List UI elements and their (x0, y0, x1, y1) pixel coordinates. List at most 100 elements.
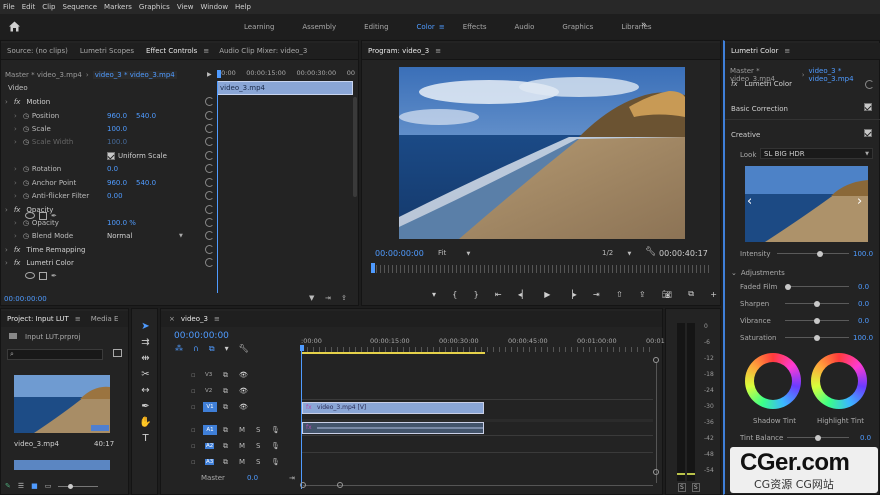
reset-icon[interactable] (205, 191, 214, 200)
stopwatch-icon[interactable]: ◷ (23, 179, 29, 187)
work-area-bar[interactable] (302, 352, 485, 354)
uniform-scale-checkbox[interactable] (107, 151, 115, 160)
chevron-right-icon[interactable]: › (14, 112, 17, 120)
tab-source-no-clips[interactable]: Source: (no clips) (1, 43, 74, 59)
effect-row-motion[interactable]: › fx Motion (1, 95, 217, 108)
effect-controls-timecode[interactable]: 00:00:00:00 (4, 295, 47, 303)
extract-icon[interactable]: ⇪ (639, 290, 646, 299)
menu-sequence[interactable]: Sequence (63, 3, 98, 11)
menu-markers[interactable]: Markers (104, 3, 132, 11)
menu-help[interactable]: Help (235, 3, 251, 11)
timeline-video-clip[interactable]: fx video_3.mp4 [V] (302, 402, 484, 414)
creative-checkbox[interactable] (864, 129, 872, 139)
workspace-menu-icon[interactable]: ≡ (439, 23, 445, 31)
stopwatch-icon[interactable]: ◷ (23, 165, 29, 173)
tint-balance-value[interactable]: 0.0 (860, 434, 871, 442)
solo-button[interactable]: S (256, 442, 260, 450)
track-label[interactable]: A3 (205, 459, 215, 465)
close-icon[interactable]: × (161, 315, 175, 323)
reset-icon[interactable] (205, 111, 214, 120)
slider-knob[interactable] (785, 283, 791, 290)
chevron-down-icon[interactable]: ⌄ (731, 269, 737, 277)
add-button-icon[interactable]: + (710, 290, 717, 299)
linked-selection-icon[interactable]: ⧉ (209, 344, 215, 354)
property-value-2[interactable]: 540.0 (136, 179, 156, 187)
source-patch[interactable]: V1 (203, 402, 217, 412)
effect-row-scale-width[interactable]: › ◷ Scale Width 100.0 (1, 135, 217, 148)
effect-clip-bar[interactable]: video_3.mp4 (220, 84, 265, 92)
source-patch[interactable]: A1 (203, 425, 217, 435)
chevron-right-icon[interactable]: › (14, 192, 17, 200)
reset-icon[interactable] (205, 218, 214, 227)
play-only-icon[interactable]: ▶ (207, 71, 212, 78)
effect-row-time-remapping[interactable]: › fx Time Remapping (1, 243, 217, 256)
chevron-down-icon[interactable]: ▼ (179, 233, 183, 239)
wrench-icon[interactable]: 🔧︎ (645, 247, 656, 257)
workspace-editing[interactable]: Editing (364, 23, 388, 31)
saturation-slider[interactable] (785, 334, 849, 341)
intensity-slider[interactable] (777, 250, 849, 257)
menu-window[interactable]: Window (200, 3, 228, 11)
faded-film-slider[interactable] (785, 283, 849, 290)
ruler-playhead[interactable] (217, 70, 221, 78)
effect-row-lumetri-color[interactable]: › fx Lumetri Color (1, 256, 217, 269)
scroll-handle-right[interactable] (337, 482, 343, 488)
vibrance-value[interactable]: 0.0 (858, 317, 869, 325)
property-value[interactable]: 100.0 (107, 125, 127, 133)
workspace-assembly[interactable]: Assembly (302, 23, 336, 31)
stopwatch-icon[interactable]: ◷ (23, 192, 29, 200)
property-value[interactable]: 100.0 % (107, 219, 136, 227)
reset-icon[interactable] (205, 137, 214, 146)
tab-project-input-lut[interactable]: Project: Input LUT (1, 311, 75, 327)
fx-icon[interactable]: fx (14, 246, 21, 254)
tab-sequence[interactable]: video_3 (175, 311, 214, 327)
highlight-tint-wheel[interactable] (811, 353, 867, 409)
snap-icon[interactable]: ∩ (193, 344, 199, 354)
reset-icon[interactable] (205, 258, 214, 267)
panel-menu-icon[interactable]: ≡ (214, 315, 220, 323)
slider-knob[interactable] (814, 317, 820, 324)
effect-row-anchor-point[interactable]: › ◷ Anchor Point 960.0 540.0 (1, 176, 217, 189)
microphone-icon[interactable]: 🎙︎ (271, 442, 280, 450)
tab-lumetri-scopes[interactable]: Lumetri Scopes (74, 43, 140, 59)
project-search-input[interactable]: ⌕ (7, 349, 103, 360)
type-tool-icon[interactable]: T (142, 433, 148, 444)
reset-icon[interactable] (865, 80, 874, 89)
chevron-right-icon[interactable]: › (14, 125, 17, 133)
eye-icon[interactable]: 👁︎ (239, 387, 248, 395)
menu-view[interactable]: View (177, 3, 194, 11)
track-lock-icon[interactable]: ▫ (191, 426, 196, 434)
workspace-effects[interactable]: Effects (463, 23, 487, 31)
eye-icon[interactable]: 👁︎ (239, 371, 248, 379)
add-marker-icon[interactable]: ▾ (225, 344, 229, 354)
hand-tool-icon[interactable]: ✋ (139, 417, 151, 428)
property-value[interactable]: Normal (107, 232, 132, 240)
program-scrub-bar[interactable] (372, 265, 712, 273)
go-to-in-icon[interactable]: ⇤ (495, 290, 502, 299)
track-lock-icon[interactable]: ▫ (191, 403, 196, 411)
chevron-right-icon[interactable]: › (14, 179, 17, 187)
mark-in-icon[interactable]: { (452, 290, 457, 299)
pen-mask-icon[interactable]: ✒ (51, 272, 57, 280)
tab-lumetri-color[interactable]: Lumetri Color (725, 43, 784, 59)
pen-mask-icon[interactable]: ✒ (51, 212, 57, 220)
property-value[interactable]: 0.0 (107, 165, 118, 173)
fx-icon[interactable]: fx (14, 206, 21, 214)
track-select-icon[interactable]: ⇉ (141, 337, 149, 348)
property-value[interactable]: 960.0 (107, 179, 127, 187)
menu-clip[interactable]: Clip (42, 3, 55, 11)
go-to-end-icon[interactable]: ⇥ (289, 474, 295, 482)
chevron-right-icon[interactable]: › (5, 246, 8, 254)
intensity-value[interactable]: 100.0 (853, 250, 873, 258)
basic-correction-checkbox[interactable] (864, 103, 872, 113)
property-value[interactable]: 0.00 (107, 192, 123, 200)
sync-lock-icon[interactable]: ⧉ (223, 426, 228, 435)
freeform-view-icon[interactable]: ▭ (45, 482, 52, 490)
sync-lock-icon[interactable]: ⧉ (223, 387, 228, 396)
sequence-clip-label[interactable]: video_3 * video_3.mp4 (92, 71, 177, 79)
ripple-edit-icon[interactable]: ⇹ (141, 353, 149, 364)
reset-icon[interactable] (205, 205, 214, 214)
selection-tool-icon[interactable]: ➤ (141, 321, 149, 332)
home-icon[interactable] (8, 20, 21, 33)
program-timecode-left[interactable]: 00:00:00:00 (375, 249, 424, 258)
